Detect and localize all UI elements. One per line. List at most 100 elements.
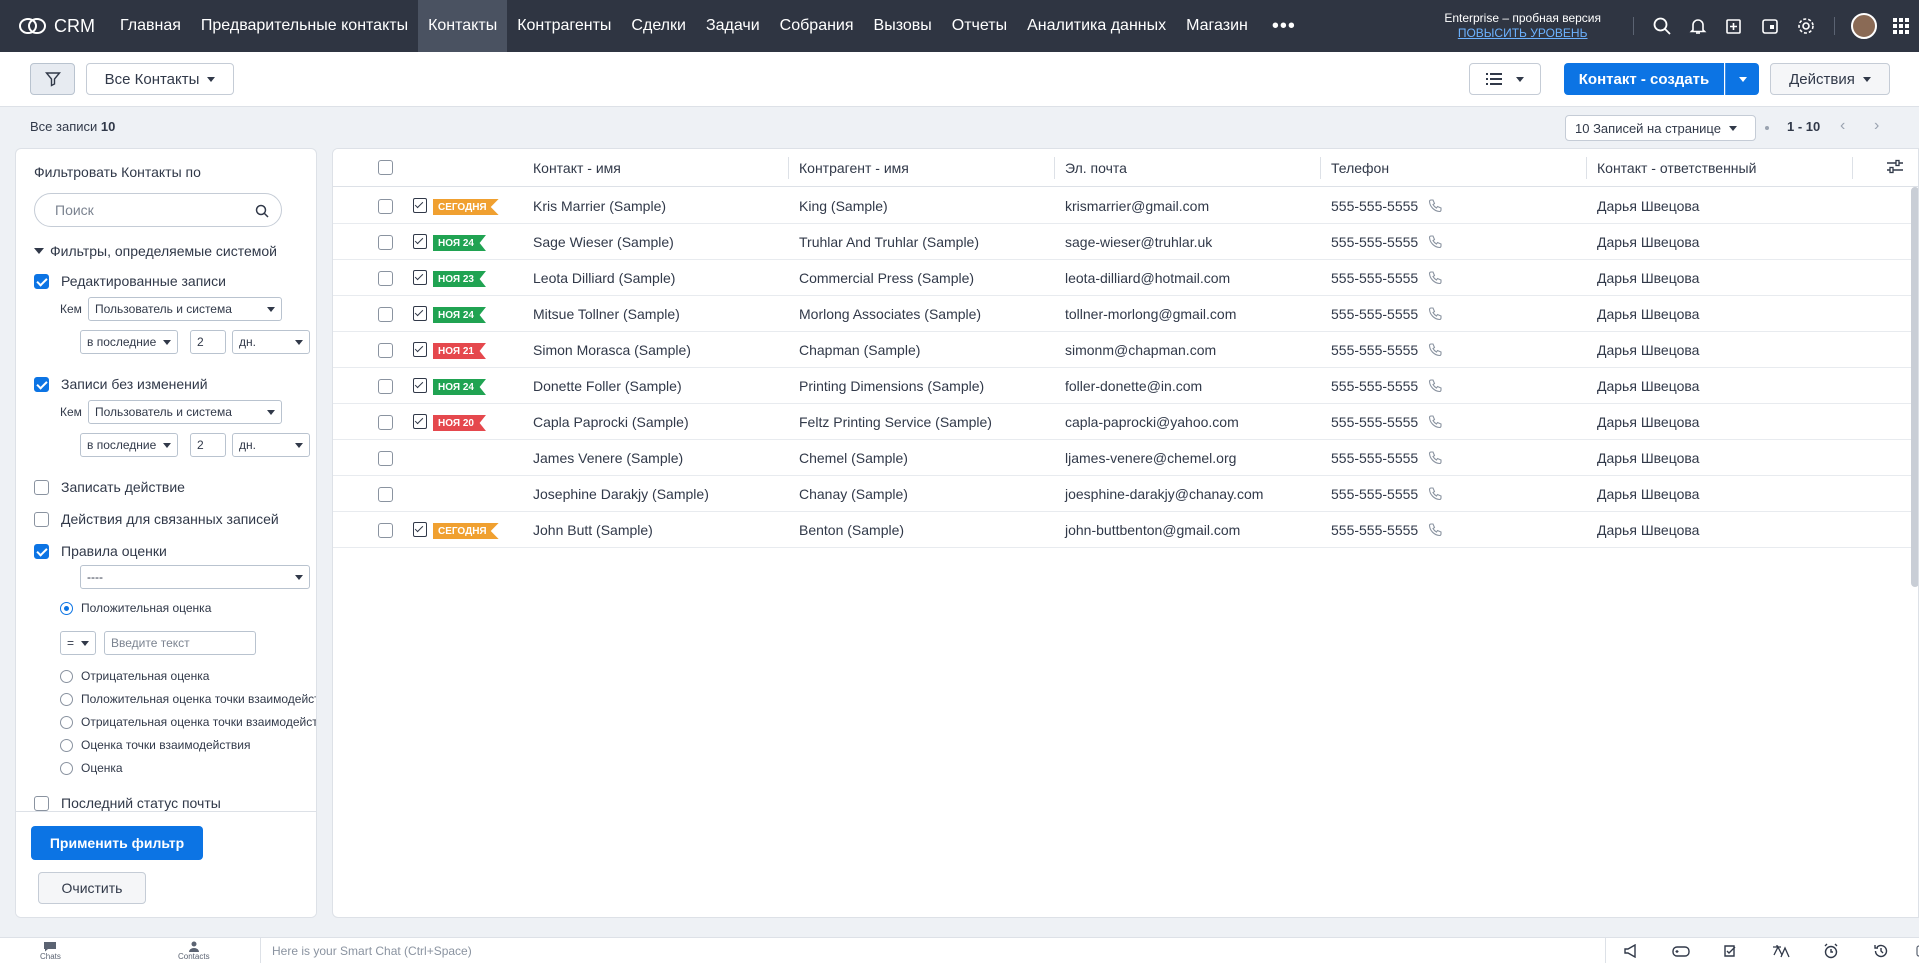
nav-more-button[interactable]: ••• [1258,0,1310,52]
gamepad-icon[interactable] [1656,945,1706,957]
task-icon[interactable] [413,378,427,393]
email-cell[interactable]: john-buttbenton@gmail.com [1065,512,1240,548]
column-header[interactable]: Контакт - имя [533,149,621,187]
column-header[interactable]: Телефон [1331,149,1389,187]
nav-tab[interactable]: Главная [110,0,191,52]
create-contact-button[interactable]: Контакт - создать [1564,63,1724,95]
checkbox-checked[interactable] [34,543,49,559]
list-view-toggle[interactable] [1469,63,1541,95]
phone-icon[interactable] [1428,523,1442,537]
chats-button[interactable]: Chats [40,938,61,963]
email-cell[interactable]: simonm@chapman.com [1065,332,1216,368]
contact-name-link[interactable]: James Venere (Sample) [533,440,683,476]
prev-page-icon[interactable]: ‹ [1840,117,1845,135]
email-cell[interactable]: ljames-venere@chemel.org [1065,440,1236,476]
phone-icon[interactable] [1428,271,1442,285]
nav-tab[interactable]: Вызовы [864,0,942,52]
nav-tab[interactable]: Контрагенты [507,0,621,52]
column-header[interactable]: Контрагент - имя [799,149,909,187]
edited-count-input[interactable]: 2 [190,330,226,354]
task-icon[interactable] [413,270,427,285]
notes-icon[interactable] [1906,945,1919,957]
checkbox-checked[interactable] [34,273,49,289]
task-icon[interactable] [413,342,427,357]
row-checkbox[interactable] [378,271,393,286]
translate-icon[interactable] [1756,944,1806,958]
phone-icon[interactable] [1428,487,1442,501]
add-note-icon[interactable] [1716,0,1752,52]
row-checkbox[interactable] [378,379,393,394]
contact-name-link[interactable]: Leota Dilliard (Sample) [533,260,675,296]
edited-period-select[interactable]: в последние [80,330,178,354]
next-page-icon[interactable]: › [1874,117,1879,135]
nav-tab[interactable]: Отчеты [942,0,1017,52]
account-name-link[interactable]: Morlong Associates (Sample) [799,296,981,332]
radio-positive[interactable]: Положительная оценка [60,601,211,615]
email-cell[interactable]: capla-paprocki@yahoo.com [1065,404,1239,440]
table-row[interactable]: James Venere (Sample) Chemel (Sample) ljam… [333,440,1918,476]
radio[interactable] [60,669,73,683]
column-divider[interactable] [1852,157,1853,179]
radio-score[interactable]: Оценка [60,761,123,775]
phone-icon[interactable] [1428,199,1442,213]
task-icon[interactable] [413,522,427,537]
table-row[interactable]: НОЯ 24 Sage Wieser (Sample) Truhlar And Tr… [333,224,1918,260]
rating-rule-select[interactable]: ---- [80,565,310,589]
crm-logo[interactable]: CRM [0,0,107,52]
email-cell[interactable]: foller-donette@in.com [1065,368,1202,404]
nav-tab[interactable]: Задачи [696,0,770,52]
column-header[interactable]: Контакт - ответственный [1597,149,1756,187]
table-row[interactable]: НОЯ 20 Capla Paprocki (Sample) Feltz Print… [333,404,1918,440]
checkbox[interactable] [34,479,49,495]
contacts-button[interactable]: Contacts [178,938,210,963]
row-checkbox[interactable] [378,487,393,502]
radio[interactable] [60,761,73,775]
nav-tab[interactable]: Контакты [418,0,508,52]
account-name-link[interactable]: Chapman (Sample) [799,332,920,368]
table-row[interactable]: СЕГОДНЯ John Butt (Sample) Benton (Sample)… [333,512,1918,548]
account-name-link[interactable]: Chemel (Sample) [799,440,908,476]
task-icon[interactable] [413,198,427,213]
row-checkbox[interactable] [378,343,393,358]
filter-toggle-button[interactable] [30,63,75,95]
email-cell[interactable]: joesphine-darakjy@chanay.com [1065,476,1263,512]
radio-touch-score[interactable]: Оценка точки взаимодействия [60,738,250,752]
table-row[interactable]: НОЯ 23 Leota Dilliard (Sample) Commercial … [333,260,1918,296]
row-checkbox[interactable] [378,451,393,466]
edited-by-select[interactable]: Пользователь и система [88,297,282,321]
gear-icon[interactable] [1788,0,1824,52]
bell-icon[interactable] [1680,0,1716,52]
table-row[interactable]: Josephine Darakjy (Sample) Chanay (Sample… [333,476,1918,512]
contact-name-link[interactable]: John Butt (Sample) [533,512,653,548]
account-name-link[interactable]: Chanay (Sample) [799,476,908,512]
view-select[interactable]: Все Контакты [86,63,234,95]
nav-tab[interactable]: Предварительные контакты [191,0,418,52]
row-checkbox[interactable] [378,235,393,250]
filter-last-mail-status[interactable]: Последний статус почты [34,795,221,811]
radio[interactable] [60,692,73,706]
task-icon[interactable] [413,306,427,321]
task-icon[interactable] [413,414,427,429]
checkbox[interactable] [34,795,49,811]
filter-edited-records[interactable]: Редактированные записи [34,273,226,289]
email-cell[interactable]: tollner-morlong@gmail.com [1065,296,1236,332]
radio-positive-touch[interactable]: Положительная оценка точки взаимодействи… [60,692,316,706]
contact-name-link[interactable]: Simon Morasca (Sample) [533,332,691,368]
account-name-link[interactable]: Benton (Sample) [799,512,904,548]
apps-grid-icon[interactable] [1883,0,1919,52]
account-name-link[interactable]: Truhlar And Truhlar (Sample) [799,224,979,260]
edited-unit-select[interactable]: дн. [232,330,310,354]
unchanged-by-select[interactable]: Пользователь и система [88,400,282,424]
apply-filter-button[interactable]: Применить фильтр [31,826,203,860]
table-row[interactable]: НОЯ 24 Donette Foller (Sample) Printing Di… [333,368,1918,404]
alarm-clock-icon[interactable] [1806,943,1856,959]
radio-negative-touch[interactable]: Отрицательная оценка точки взаимодействи… [60,715,316,729]
email-cell[interactable]: krismarrier@gmail.com [1065,188,1209,224]
row-checkbox[interactable] [378,415,393,430]
column-divider[interactable] [788,157,789,179]
filter-record-action[interactable]: Записать действие [34,479,185,495]
contact-name-link[interactable]: Kris Marrier (Sample) [533,188,666,224]
column-divider[interactable] [1586,157,1587,179]
contact-name-link[interactable]: Mitsue Tollner (Sample) [533,296,680,332]
search-icon[interactable] [1644,0,1680,52]
